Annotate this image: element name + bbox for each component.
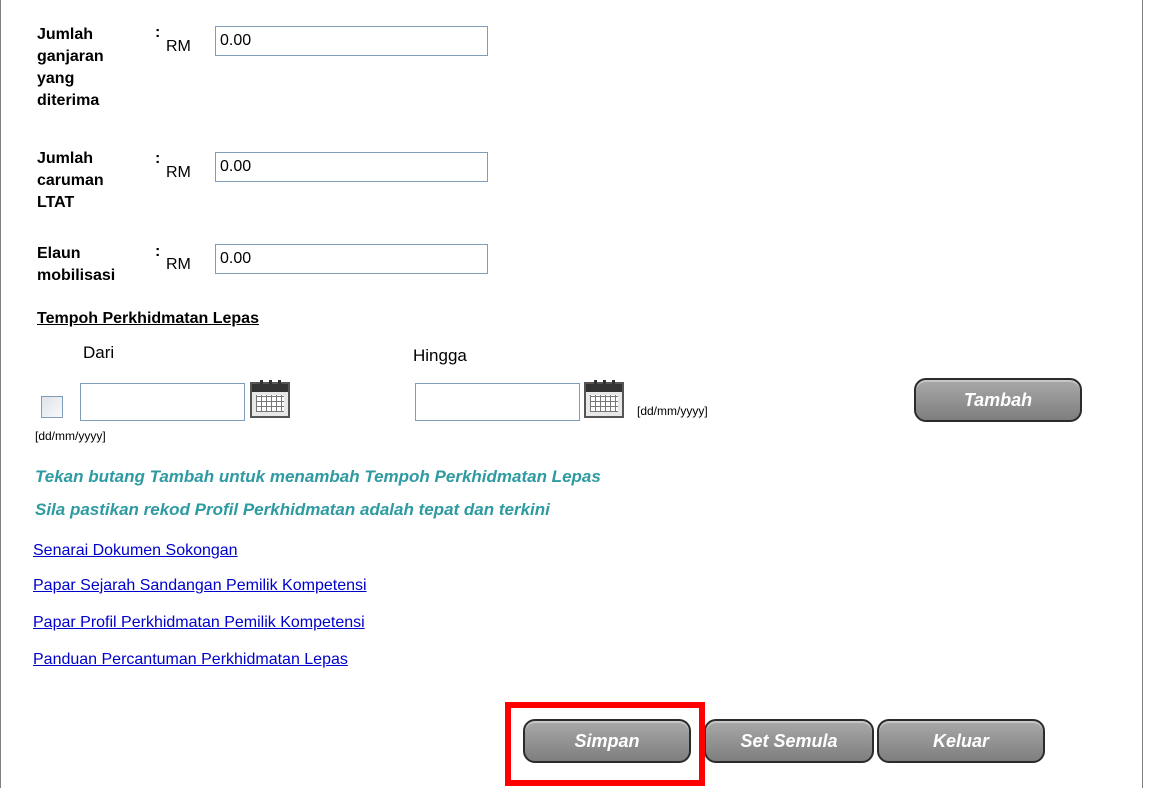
date-to-input[interactable] — [415, 383, 580, 421]
label-elaun-mobilisasi: Elaun mobilisasi — [37, 245, 116, 284]
link-papar-sejarah[interactable]: Papar Sejarah Sandangan Pemilik Kompeten… — [33, 577, 367, 595]
elaun-mobilisasi-input[interactable] — [215, 244, 488, 274]
colon-jumlah-caruman: : — [155, 150, 161, 167]
info-message-profil: Sila pastikan rekod Profil Perkhidmatan … — [35, 500, 550, 519]
tambah-button[interactable]: Tambah — [914, 378, 1082, 422]
currency-rm-elaun-mobilisasi: RM — [166, 256, 191, 273]
calendar-icon-from[interactable] — [250, 380, 290, 418]
calendar-icon-to[interactable] — [584, 380, 624, 418]
jumlah-ganjaran-input[interactable] — [215, 26, 488, 56]
colon-elaun-mobilisasi: : — [155, 243, 161, 260]
link-senarai-dokumen[interactable]: Senarai Dokumen Sokongan — [33, 542, 238, 560]
keluar-button[interactable]: Keluar — [877, 719, 1045, 763]
colon-jumlah-ganjaran: : — [155, 24, 161, 41]
set-semula-button[interactable]: Set Semula — [704, 719, 874, 763]
date-from-input[interactable] — [80, 383, 245, 421]
frame-right-border — [1142, 0, 1143, 788]
period-checkbox[interactable] — [41, 396, 63, 418]
link-panduan-percantuman[interactable]: Panduan Percantuman Perkhidmatan Lepas — [33, 651, 348, 669]
currency-rm-jumlah-caruman: RM — [166, 164, 191, 181]
date-format-hint-to: [dd/mm/yyyy] — [637, 404, 708, 418]
date-format-hint-from: [dd/mm/yyyy] — [35, 429, 106, 443]
simpan-button[interactable]: Simpan — [523, 719, 691, 763]
frame-left-border — [0, 0, 1, 788]
label-dari: Dari — [83, 343, 115, 362]
label-jumlah-caruman: Jumlah caruman LTAT — [37, 150, 104, 211]
jumlah-caruman-input[interactable] — [215, 152, 488, 182]
link-papar-profil[interactable]: Papar Profil Perkhidmatan Pemilik Kompet… — [33, 614, 365, 632]
info-message-tambah: Tekan butang Tambah untuk menambah Tempo… — [35, 467, 601, 486]
label-hingga: Hingga — [413, 346, 467, 365]
label-jumlah-ganjaran: Jumlah ganjaran yang diterima — [37, 26, 104, 109]
section-title-tempoh-perkhidmatan: Tempoh Perkhidmatan Lepas — [37, 310, 259, 327]
currency-rm-jumlah-ganjaran: RM — [166, 38, 191, 55]
